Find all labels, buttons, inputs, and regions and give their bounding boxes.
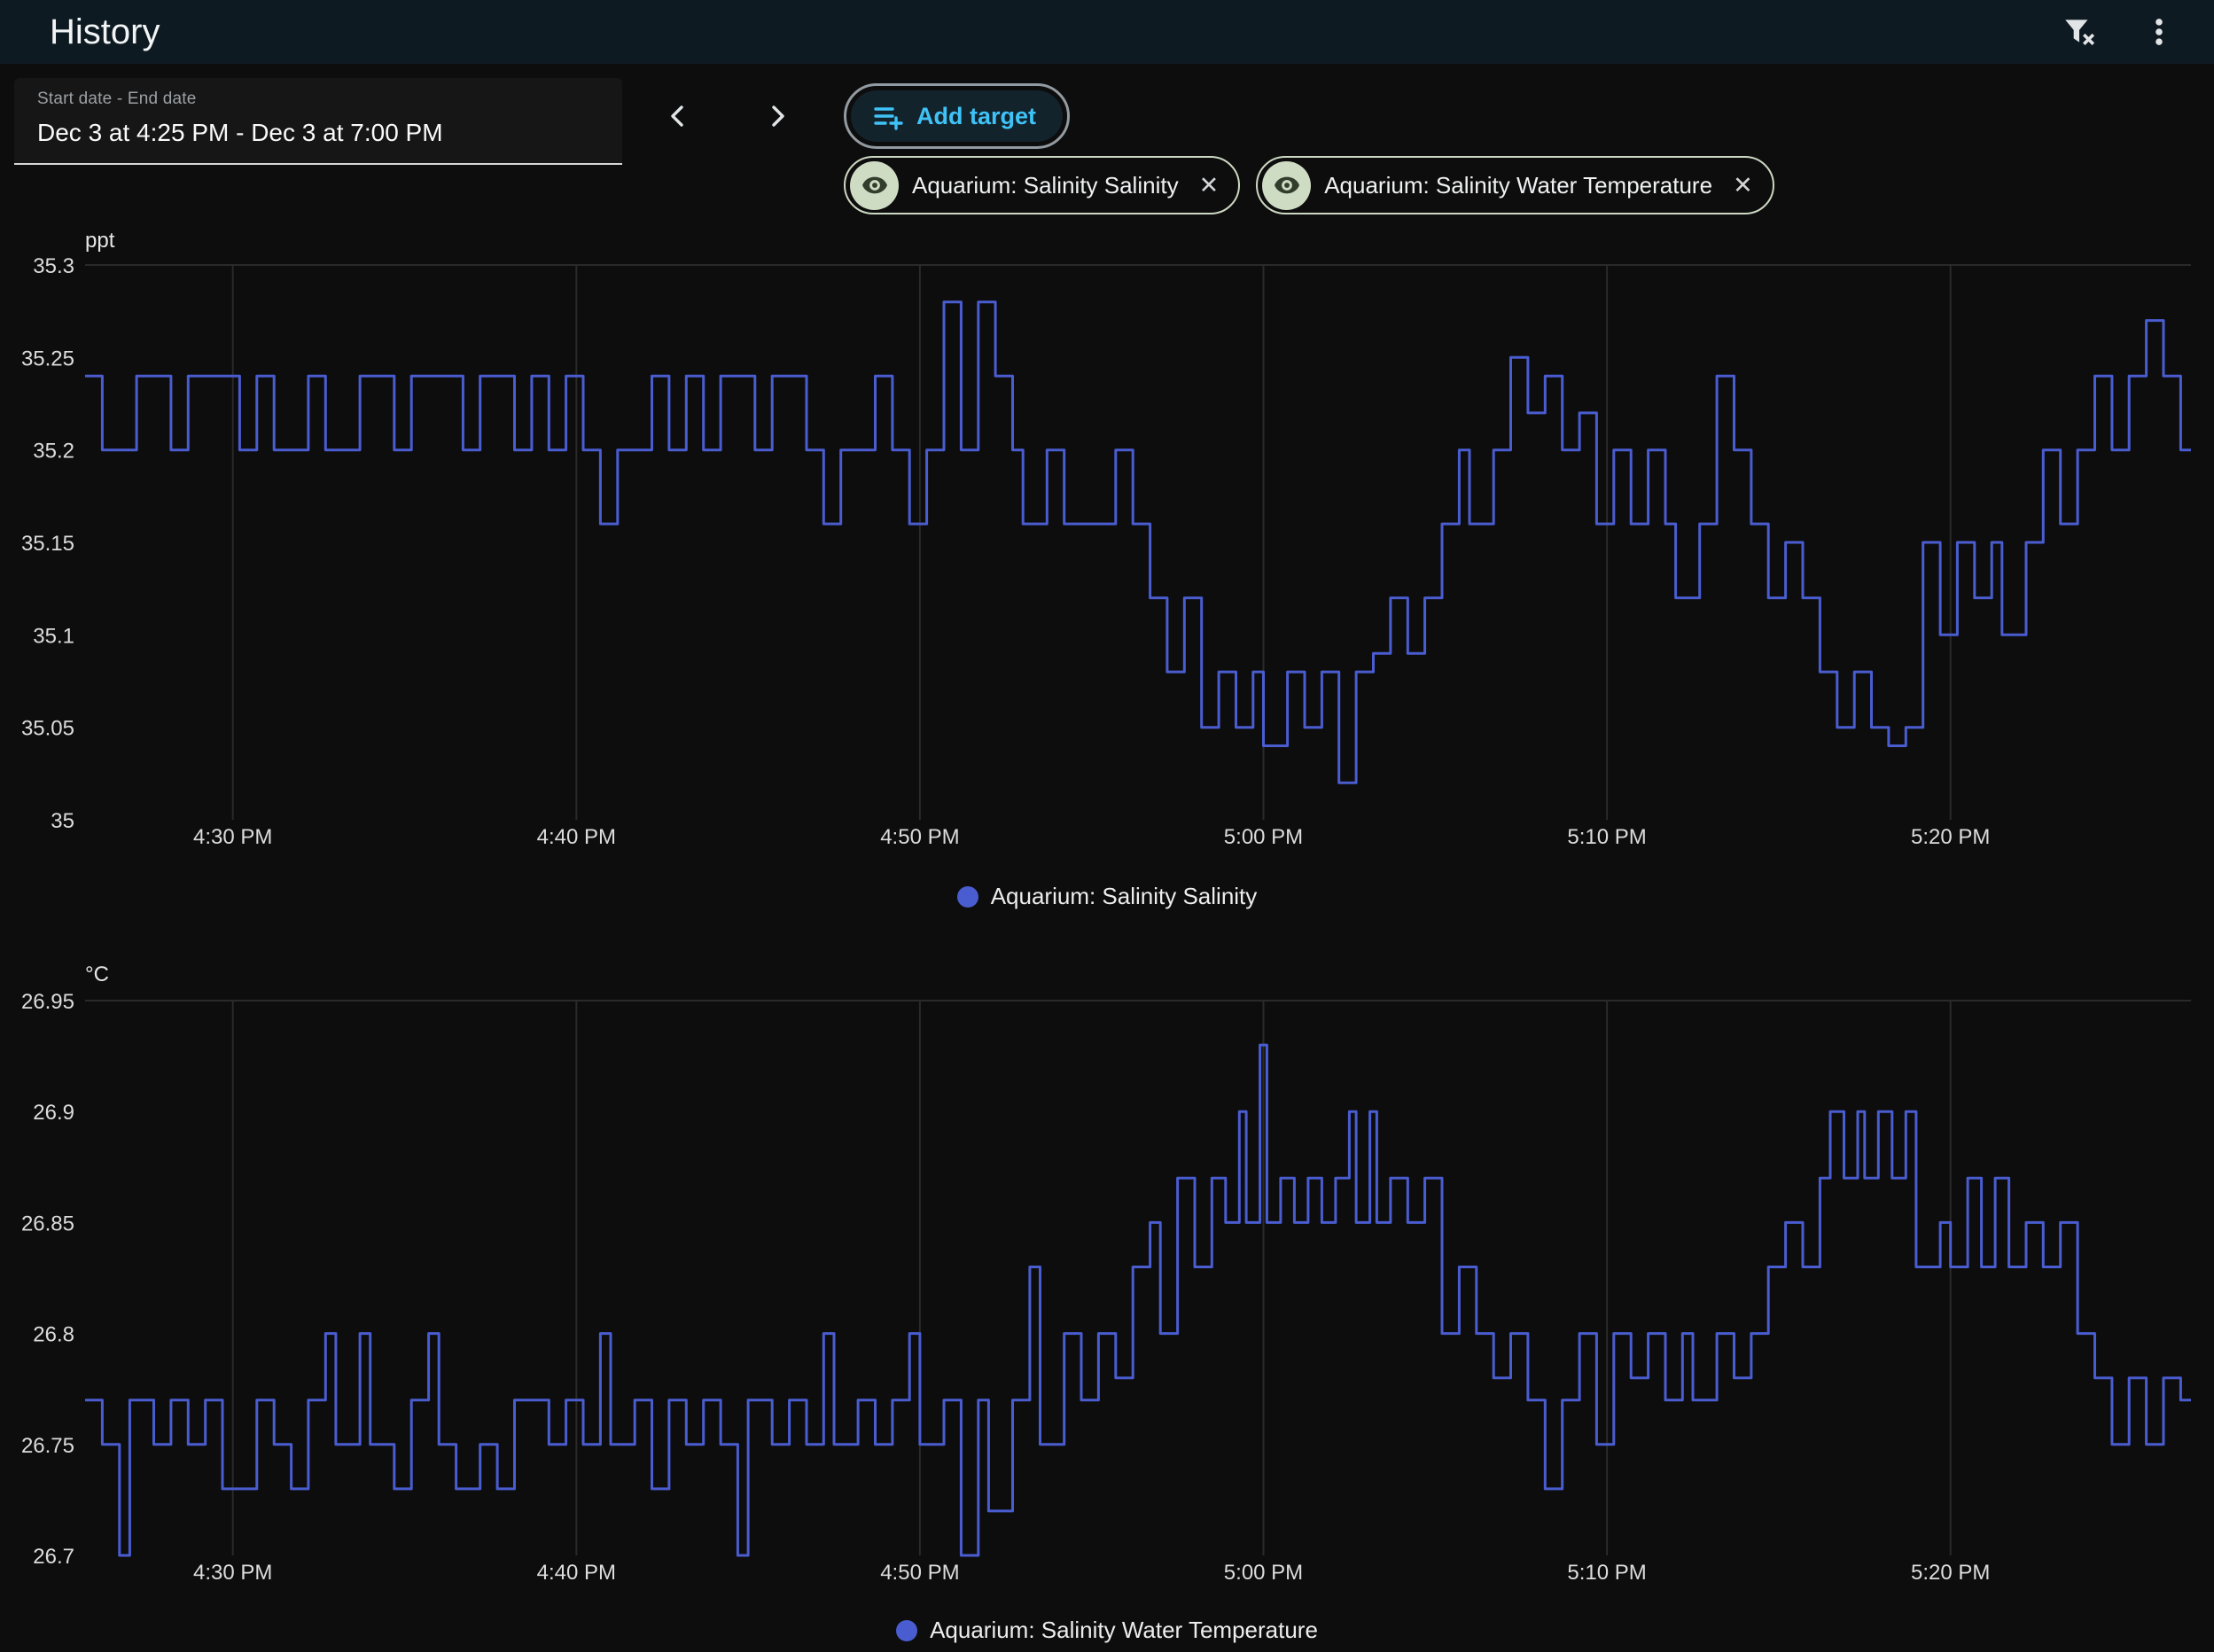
svg-text:5:00 PM: 5:00 PM — [1224, 1561, 1303, 1585]
svg-text:35: 35 — [51, 809, 74, 833]
chip-label: Aquarium: Salinity Water Temperature — [1324, 172, 1712, 199]
add-target-label: Add target — [916, 103, 1036, 130]
svg-text:26.8: 26.8 — [33, 1323, 74, 1347]
playlist-plus-icon — [872, 100, 904, 132]
header-actions — [2051, 4, 2187, 60]
svg-text:5:10 PM: 5:10 PM — [1567, 1561, 1646, 1585]
svg-text:26.95: 26.95 — [21, 991, 74, 1014]
y-axis-unit-label: °C — [85, 962, 109, 987]
chevron-right-icon — [761, 100, 793, 132]
eye-icon — [1273, 171, 1301, 199]
svg-text:4:40 PM: 4:40 PM — [537, 1561, 616, 1585]
app-header: History — [0, 0, 2214, 64]
svg-text:35.2: 35.2 — [33, 440, 74, 464]
kebab-menu-icon — [2141, 14, 2177, 50]
target-chip-salinity[interactable]: Aquarium: Salinity Salinity ✕ — [844, 156, 1240, 214]
svg-text:4:50 PM: 4:50 PM — [880, 825, 959, 849]
svg-text:35.15: 35.15 — [21, 532, 74, 556]
date-range-picker[interactable]: Start date - End date Dec 3 at 4:25 PM -… — [14, 78, 622, 165]
legend-item-water-temperature[interactable]: Aquarium: Salinity Water Temperature — [0, 1617, 2214, 1644]
svg-text:26.9: 26.9 — [33, 1101, 74, 1125]
date-range-label: Start date - End date — [37, 90, 599, 109]
chip-label: Aquarium: Salinity Salinity — [912, 172, 1179, 199]
svg-text:26.7: 26.7 — [33, 1545, 74, 1569]
svg-text:35.1: 35.1 — [33, 624, 74, 648]
salinity-history-chart[interactable]: 4:30 PM 4:40 PM 4:50 PM 5:00 PM 5:10 PM 5:20 … — [0, 255, 2214, 854]
previous-period-button[interactable] — [648, 88, 708, 144]
svg-text:35.25: 35.25 — [21, 347, 74, 370]
legend-dot — [896, 1620, 917, 1641]
svg-text:5:20 PM: 5:20 PM — [1911, 1561, 1990, 1585]
target-chip-water-temperature[interactable]: Aquarium: Salinity Water Temperature ✕ — [1256, 156, 1774, 214]
legend-label: Aquarium: Salinity Salinity — [991, 883, 1258, 910]
date-range-value: Dec 3 at 4:25 PM - Dec 3 at 7:00 PM — [37, 119, 599, 147]
add-target-focus-ring: Add target — [844, 83, 1070, 149]
svg-text:26.75: 26.75 — [21, 1434, 74, 1458]
svg-text:5:20 PM: 5:20 PM — [1911, 825, 1990, 849]
svg-text:35.3: 35.3 — [33, 255, 74, 278]
svg-text:35.05: 35.05 — [21, 717, 74, 741]
visibility-toggle[interactable] — [1262, 161, 1311, 210]
target-chips: Aquarium: Salinity Salinity ✕ Aquarium: … — [844, 156, 1774, 214]
legend-item-salinity[interactable]: Aquarium: Salinity Salinity — [0, 883, 2214, 910]
svg-text:4:30 PM: 4:30 PM — [193, 1561, 272, 1585]
chevron-left-icon — [662, 100, 694, 132]
close-icon[interactable]: ✕ — [1199, 174, 1220, 198]
close-icon[interactable]: ✕ — [1733, 174, 1753, 198]
svg-text:26.85: 26.85 — [21, 1212, 74, 1235]
kebab-menu-icon[interactable] — [2131, 4, 2187, 60]
legend-dot — [957, 886, 978, 908]
add-target-button[interactable]: Add target — [851, 90, 1063, 142]
legend-label: Aquarium: Salinity Water Temperature — [930, 1617, 1318, 1644]
svg-text:4:40 PM: 4:40 PM — [537, 825, 616, 849]
svg-text:4:50 PM: 4:50 PM — [880, 1561, 959, 1585]
water-temperature-history-chart[interactable]: 4:30 PM 4:40 PM 4:50 PM 5:00 PM 5:10 PM 5:20 … — [0, 991, 2214, 1590]
y-axis-unit-label: ppt — [85, 229, 114, 253]
eye-icon — [861, 171, 889, 199]
svg-text:4:30 PM: 4:30 PM — [193, 825, 272, 849]
visibility-toggle[interactable] — [850, 161, 899, 210]
filter-remove-icon — [2062, 14, 2097, 50]
filter-remove-icon[interactable] — [2051, 4, 2108, 60]
svg-text:5:00 PM: 5:00 PM — [1224, 825, 1303, 849]
next-period-button[interactable] — [747, 88, 807, 144]
svg-text:5:10 PM: 5:10 PM — [1567, 825, 1646, 849]
page-title: History — [50, 12, 160, 52]
